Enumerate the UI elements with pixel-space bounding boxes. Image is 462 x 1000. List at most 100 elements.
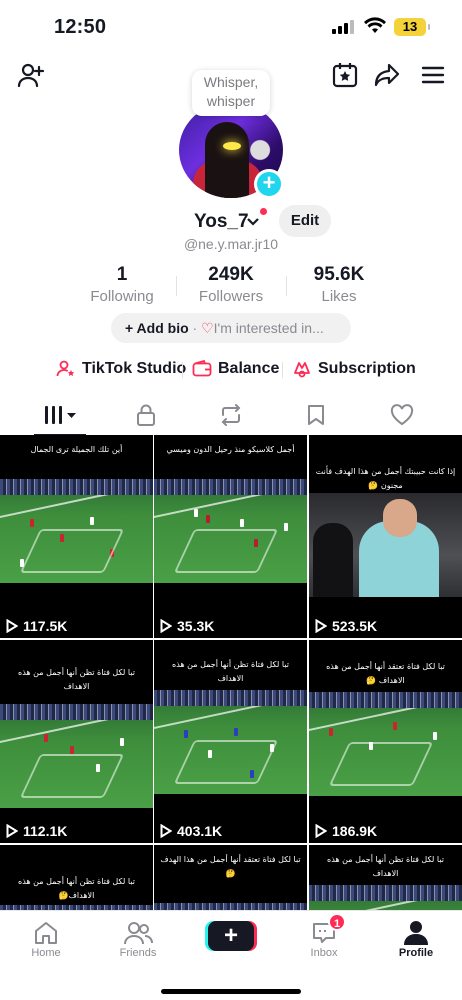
tool-label: TikTok Studio — [82, 360, 187, 377]
inbox-badge: 1 — [328, 913, 346, 931]
video-caption: تبا لكل فتاة تظن أنها أجمل من هذه الاهدا… — [18, 668, 135, 691]
add-bio-label: + Add bio — [125, 320, 189, 336]
tab-liked[interactable] — [372, 396, 432, 434]
tab-videos[interactable] — [30, 396, 90, 436]
create-button[interactable]: + — [208, 921, 254, 951]
video-caption: أين تلك الجميلة ترى الجمال — [30, 445, 123, 454]
view-count-value: 186.9K — [332, 823, 378, 839]
home-indicator — [161, 989, 301, 994]
nav-friends[interactable]: Friends — [98, 919, 178, 959]
add-avatar-plus-icon[interactable]: + — [254, 169, 284, 199]
nav-label: Inbox — [310, 947, 338, 959]
view-count-value: 112.1K — [23, 823, 68, 839]
grid-icon — [45, 406, 76, 424]
cellular-signal-icon — [332, 20, 356, 34]
wifi-icon — [364, 17, 386, 40]
balance-button[interactable]: Balance — [192, 356, 279, 382]
stat-following[interactable]: 1 Following — [62, 264, 182, 305]
battery-icon: 13 — [394, 18, 430, 36]
video-tile[interactable]: تبا لكل فتاة تعتقد أنها أجمل من هذا الهد… — [154, 845, 307, 910]
add-friend-icon[interactable] — [14, 58, 48, 92]
nav-home[interactable]: Home — [6, 919, 86, 959]
home-icon — [35, 922, 57, 944]
video-tile[interactable]: تبا لكل فتاة تظن أنها أجمل من هذه الاهدا… — [154, 640, 307, 843]
view-count: 117.5K — [6, 618, 67, 634]
tiktok-studio-button[interactable]: TikTok Studio — [56, 356, 186, 382]
video-tile[interactable]: تبا لكل فتاة تعتقد أنها أجمل من هذه الاه… — [309, 640, 462, 843]
status-time: 12:50 — [54, 16, 107, 38]
friends-icon — [124, 922, 153, 945]
repost-icon — [221, 404, 241, 426]
subscription-button[interactable]: Subscription — [292, 356, 416, 382]
subscription-icon — [294, 362, 310, 378]
play-icon — [160, 824, 172, 838]
tool-label: Balance — [218, 360, 280, 377]
nav-label: Profile — [398, 947, 434, 959]
stat-value: 249K — [208, 264, 254, 285]
nav-profile[interactable]: Profile — [376, 919, 456, 959]
video-caption: تبا لكل فتاة تعتقد أنها أجمل من هذه الاه… — [326, 662, 445, 685]
video-tile[interactable]: تبا لكل فتاة تظن أنها أجمل من هذه الاهدا… — [0, 845, 153, 910]
bookmark-icon — [308, 405, 324, 425]
tab-reposts[interactable] — [201, 396, 261, 434]
bio-separator: · — [188, 320, 202, 336]
view-count: 112.1K — [6, 823, 67, 839]
bottom-navigation: Home Friends + 1 Inbox Profile — [0, 910, 462, 1000]
status-bar: 12:50 13 — [0, 0, 462, 56]
view-count: 186.9K — [315, 823, 377, 839]
view-count: 403.1K — [160, 823, 222, 839]
share-icon[interactable] — [372, 60, 402, 90]
play-icon — [160, 619, 172, 633]
username[interactable]: Yos_7 — [194, 211, 249, 233]
video-caption: إذا كانت حبيبتك أجمل من هذا الهدف فأنت م… — [315, 467, 456, 490]
video-tile[interactable]: إذا كانت حبيبتك أجمل من هذا الهدف فأنت م… — [309, 435, 462, 638]
stat-label: Following — [90, 288, 154, 305]
menu-icon[interactable] — [418, 60, 448, 90]
play-icon — [6, 824, 18, 838]
notification-dot — [260, 208, 267, 215]
video-caption: تبا لكل فتاة تظن أنها أجمل من هذه الاهدا… — [18, 877, 135, 900]
battery-level: 13 — [402, 19, 418, 34]
video-tile[interactable]: أين تلك الجميلة ترى الجمال 117.5K — [0, 435, 153, 638]
tool-label: Subscription — [318, 360, 416, 377]
interest-prompt: I'm interested in... — [213, 320, 324, 336]
video-caption: أجمل كلاسيكو منذ رحيل الدون وميسي — [166, 445, 295, 454]
nav-label: Friends — [119, 947, 157, 959]
play-icon — [315, 619, 327, 633]
video-caption: تبا لكل فتاة تعتقد أنها أجمل من هذا الهد… — [160, 855, 301, 878]
video-tile[interactable]: أجمل كلاسيكو منذ رحيل الدون وميسي 35.3K — [154, 435, 307, 638]
stat-likes[interactable]: 95.6K Likes — [279, 264, 399, 305]
stat-label: Followers — [198, 288, 264, 305]
user-handle: @ne.y.mar.jr10 — [183, 236, 279, 252]
edit-profile-button[interactable]: Edit — [279, 205, 331, 237]
lock-icon — [137, 404, 155, 426]
video-tile[interactable]: تبا لكل فتاة تظن أنها أجمل من هذه الاهدا… — [0, 640, 153, 843]
calendar-star-icon[interactable] — [330, 60, 360, 90]
nav-inbox[interactable]: 1 Inbox — [284, 913, 364, 959]
video-tile[interactable]: تبا لكل فتاة تظن أنها أجمل من هذه الاهدا… — [309, 845, 462, 910]
view-count-value: 117.5K — [23, 618, 68, 634]
add-bio-button[interactable]: + Add bio · ♡I'm interested in... — [111, 313, 351, 343]
chevron-down-icon[interactable] — [246, 217, 260, 227]
profile-stats: 1 Following 249K Followers 95.6K Likes — [0, 264, 462, 308]
status-bubble[interactable]: Whisper, whisper — [192, 70, 270, 116]
view-count-value: 35.3K — [177, 618, 215, 634]
heart-outline-icon: ♡ — [201, 320, 214, 336]
tab-private[interactable] — [116, 396, 176, 434]
stat-label: Likes — [321, 288, 357, 305]
view-count: 523.5K — [315, 618, 377, 634]
heart-icon — [390, 404, 414, 426]
video-caption: تبا لكل فتاة تظن أنها أجمل من هذه الاهدا… — [172, 660, 289, 683]
view-count-value: 403.1K — [177, 823, 223, 839]
view-count-value: 523.5K — [332, 618, 378, 634]
play-icon — [6, 619, 18, 633]
profile-tabs — [0, 396, 462, 436]
stat-value: 95.6K — [313, 264, 365, 285]
view-count: 35.3K — [160, 618, 214, 634]
stat-followers[interactable]: 249K Followers — [171, 264, 291, 305]
video-grid: أين تلك الجميلة ترى الجمال 117.5K أجمل ك… — [0, 435, 462, 910]
tab-favorites[interactable] — [286, 396, 346, 434]
person-star-icon — [56, 360, 75, 377]
video-caption: تبا لكل فتاة تظن أنها أجمل من هذه الاهدا… — [327, 855, 444, 878]
nav-label: Home — [31, 947, 61, 959]
